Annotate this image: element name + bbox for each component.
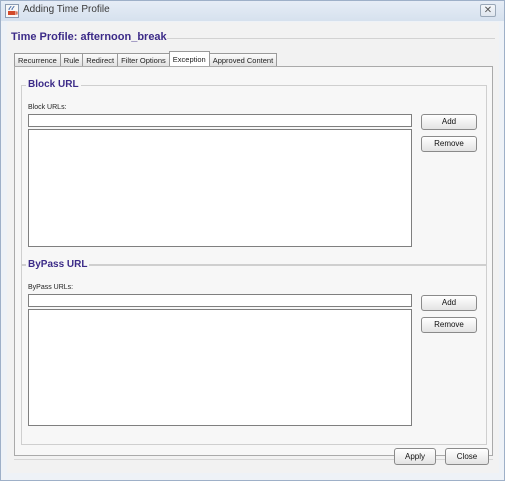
- tab-filter-options[interactable]: Filter Options: [117, 53, 170, 67]
- window-close-button[interactable]: ✕: [480, 4, 496, 17]
- close-icon: ✕: [483, 5, 493, 16]
- block-url-list[interactable]: [28, 129, 412, 247]
- bypass-url-remove-button[interactable]: Remove: [421, 317, 477, 333]
- bypass-url-input[interactable]: [28, 294, 412, 307]
- tab-redirect[interactable]: Redirect: [82, 53, 119, 67]
- bypass-url-add-button[interactable]: Add: [421, 295, 477, 311]
- bypass-url-title: ByPass URL: [26, 259, 90, 270]
- block-urls-label: Block URLs:: [28, 104, 67, 111]
- bypass-url-list[interactable]: [28, 309, 412, 426]
- tab-rule[interactable]: Rule: [59, 53, 84, 67]
- tab-recurrence[interactable]: Recurrence: [14, 53, 61, 67]
- java-app-icon: [5, 4, 19, 18]
- dialog-content: Time Profile: afternoon_break Recurrence…: [7, 22, 499, 473]
- bypass-url-group: ByPass URL ByPass URLs: Add Remove: [21, 259, 487, 445]
- exception-tab-panel: Block URL Block URLs: Add Remove ByPass …: [14, 66, 493, 456]
- title-divider: [167, 38, 495, 39]
- block-url-title: Block URL: [26, 79, 81, 90]
- close-button[interactable]: Close: [445, 448, 489, 465]
- window-title: Adding Time Profile: [23, 4, 110, 15]
- tab-approved-content[interactable]: Approved Content: [208, 53, 278, 67]
- block-url-remove-button[interactable]: Remove: [421, 136, 477, 152]
- tab-exception[interactable]: Exception: [168, 51, 210, 67]
- apply-button[interactable]: Apply: [394, 448, 436, 465]
- title-bar[interactable]: Adding Time Profile ✕: [1, 1, 504, 21]
- bypass-urls-label: ByPass URLs:: [28, 284, 74, 291]
- dialog-window: Adding Time Profile ✕ Time Profile: afte…: [0, 0, 505, 481]
- block-url-add-button[interactable]: Add: [421, 114, 477, 130]
- tab-bar: Recurrence Rule Redirect Filter Options …: [14, 51, 278, 67]
- block-url-input[interactable]: [28, 114, 412, 127]
- block-url-group: Block URL Block URLs: Add Remove: [21, 79, 487, 265]
- profile-title: Time Profile: afternoon_break: [11, 31, 167, 43]
